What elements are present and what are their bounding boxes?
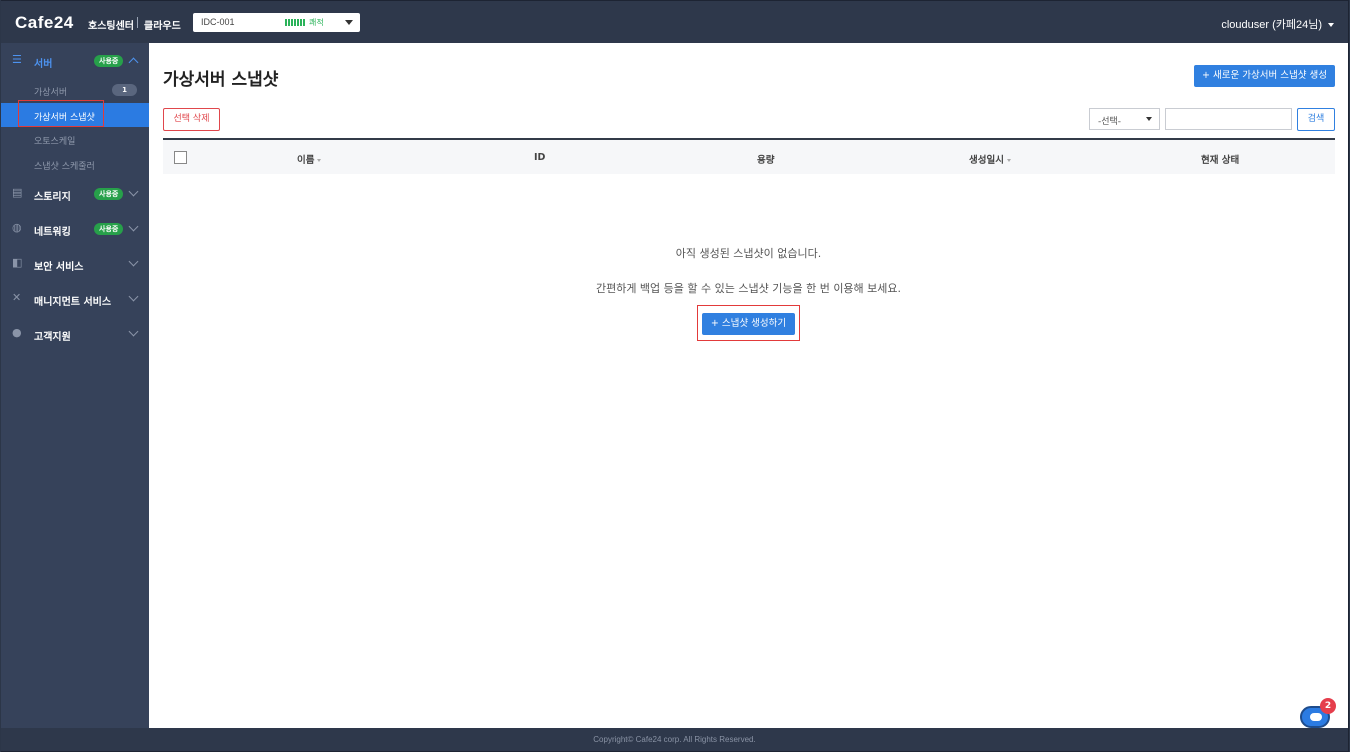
chevron-down-icon — [128, 326, 139, 337]
sidebar-section-management[interactable]: ✕ 매니지먼트 서비스 — [1, 281, 149, 316]
sidebar-item-label: 가상서버 — [34, 88, 68, 98]
new-snapshot-button[interactable]: + 새로운 가상서버 스냅샷 생성 — [1194, 65, 1335, 87]
idc-selector[interactable]: IDC-001 쾌적 — [193, 13, 360, 32]
filter-select[interactable]: -선택- — [1089, 108, 1160, 130]
chevron-down-icon — [128, 256, 139, 267]
logo-divider — [137, 17, 138, 28]
storage-icon: ▤ — [12, 186, 23, 199]
column-header-size: 용량 — [757, 155, 775, 166]
search-input[interactable] — [1165, 108, 1292, 130]
chevron-up-icon — [128, 57, 139, 68]
sidebar-item-virtual-server[interactable]: 가상서버 1 — [1, 78, 149, 103]
sidebar-section-storage[interactable]: ▤ 스토리지 사용중 — [1, 176, 149, 211]
count-badge: 1 — [112, 84, 137, 96]
column-header-name[interactable]: 이름 — [297, 152, 322, 166]
user-name: clouduser (카페24님) — [1221, 19, 1322, 31]
highlight-box — [18, 100, 104, 127]
sort-icon — [1006, 159, 1011, 162]
delete-selected-button[interactable]: 선택 삭제 — [163, 108, 220, 131]
user-menu[interactable]: clouduser (카페24님) — [1221, 16, 1334, 32]
sidebar: ☰ 서버 사용중 가상서버 1 가상서버 스냅샷 오토스케일 스냅샷 스케줄러 … — [1, 43, 149, 728]
select-all-checkbox[interactable] — [174, 151, 187, 164]
sidebar-section-support[interactable]: ● 고객지원 — [1, 316, 149, 351]
empty-message: 아직 생성된 스냅샷이 없습니다. — [675, 247, 822, 260]
sidebar-section-security[interactable]: ◧ 보안 서비스 — [1, 246, 149, 281]
sidebar-section-label: 서버 — [34, 59, 53, 70]
sidebar-item-autoscale[interactable]: 오토스케일 — [1, 127, 149, 152]
server-icon: ☰ — [12, 53, 22, 66]
sidebar-item-label: 오토스케일 — [34, 137, 76, 147]
search-button[interactable]: 검색 — [1297, 108, 1335, 131]
hosting-center-label: 호스팅센터 — [88, 21, 134, 32]
sidebar-section-label: 매니지먼트 서비스 — [34, 297, 112, 308]
notification-badge: 2 — [1320, 698, 1336, 714]
globe-icon: ◍ — [12, 221, 22, 234]
status-badge: 사용중 — [94, 55, 124, 67]
column-header-id: ID — [534, 152, 546, 163]
cafe24-logo[interactable]: Cafe24 — [15, 13, 74, 33]
caret-down-icon — [1146, 117, 1152, 121]
sidebar-section-label: 보안 서비스 — [34, 262, 84, 273]
column-header-created[interactable]: 생성일시 — [969, 152, 1011, 166]
sidebar-section-networking[interactable]: ◍ 네트워킹 사용중 — [1, 211, 149, 246]
status-badge: 사용중 — [94, 223, 124, 235]
sidebar-item-label: 스냅샷 스케줄러 — [34, 161, 95, 172]
sidebar-section-label: 네트워킹 — [34, 227, 71, 238]
sort-icon — [317, 159, 322, 162]
person-icon: ● — [12, 326, 22, 339]
column-header-label: 이름 — [297, 155, 315, 166]
signal-bars-icon — [285, 19, 305, 26]
cloud-label: 클라우드 — [144, 21, 181, 32]
column-header-label: 생성일시 — [969, 155, 1004, 166]
column-header-status: 현재 상태 — [1201, 155, 1240, 166]
sidebar-section-server[interactable]: ☰ 서버 사용중 — [1, 43, 149, 78]
caret-down-icon — [1328, 23, 1334, 28]
chevron-down-icon — [128, 291, 139, 302]
filter-select-value: -선택- — [1098, 117, 1122, 127]
sidebar-section-label: 스토리지 — [34, 192, 71, 203]
idc-status: 쾌적 — [309, 18, 324, 27]
create-snapshot-button[interactable]: + 스냅샷 생성하기 — [702, 313, 795, 335]
table-header: 이름 ID 용량 생성일시 현재 상태 — [163, 138, 1335, 174]
status-badge: 사용중 — [94, 188, 124, 200]
footer: Copyright© Cafe24 corp. All Rights Reser… — [1, 728, 1348, 751]
chevron-down-icon — [128, 221, 139, 232]
main-content: 가상서버 스냅샷 + 새로운 가상서버 스냅샷 생성 선택 삭제 -선택- 검색… — [149, 43, 1348, 728]
sidebar-section-label: 고객지원 — [34, 332, 71, 343]
page-title: 가상서버 스냅샷 — [163, 70, 279, 90]
chat-bubble — [1310, 713, 1322, 721]
chevron-down-icon — [128, 186, 139, 197]
caret-down-icon — [345, 20, 353, 25]
idc-name: IDC-001 — [201, 17, 235, 27]
empty-hint: 간편하게 백업 등을 할 수 있는 스냅샷 기능을 한 번 이용해 보세요. — [595, 282, 902, 295]
top-header: Cafe24 호스팅센터 클라우드 IDC-001 쾌적 clouduser (… — [1, 1, 1348, 43]
sidebar-item-snapshot-scheduler[interactable]: 스냅샷 스케줄러 — [1, 152, 149, 177]
shield-icon: ◧ — [12, 256, 23, 269]
tools-icon: ✕ — [12, 291, 22, 304]
